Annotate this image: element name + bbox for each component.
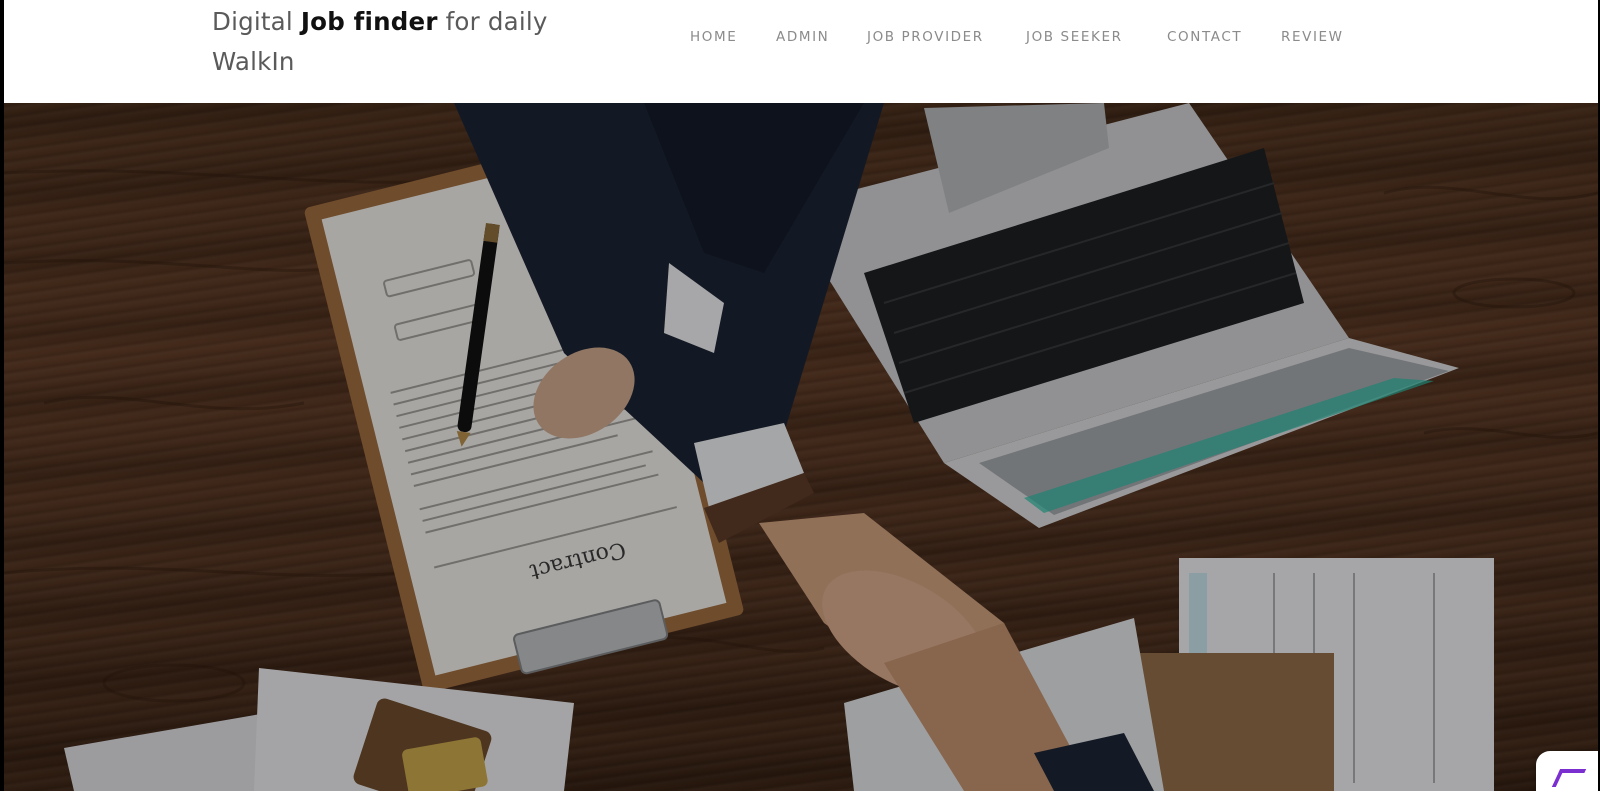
hero-image: Contract: [4, 103, 1598, 791]
laptop: [784, 103, 1459, 528]
nav-job-seeker[interactable]: JOB SEEKER: [1026, 26, 1123, 48]
brand-line2: WalkIn: [212, 47, 295, 76]
nav-job-provider[interactable]: JOB PROVIDER: [867, 26, 984, 48]
recaptcha-badge[interactable]: [1536, 751, 1598, 791]
main-nav: HOME ADMIN JOB PROVIDER JOB SEEKER CONTA…: [4, 26, 1598, 48]
hero-illustration: Contract: [4, 103, 1598, 791]
nav-home[interactable]: HOME: [690, 26, 737, 48]
nav-admin[interactable]: ADMIN: [776, 26, 829, 48]
papers-left: [64, 668, 574, 791]
page: Digital Job finder for daily WalkIn HOME…: [0, 0, 1600, 791]
recaptcha-style-icon: [1551, 769, 1587, 787]
left-border: [0, 0, 4, 791]
nav-review[interactable]: REVIEW: [1281, 26, 1344, 48]
site-header: Digital Job finder for daily WalkIn HOME…: [4, 0, 1598, 103]
nav-contact[interactable]: CONTACT: [1167, 26, 1242, 48]
